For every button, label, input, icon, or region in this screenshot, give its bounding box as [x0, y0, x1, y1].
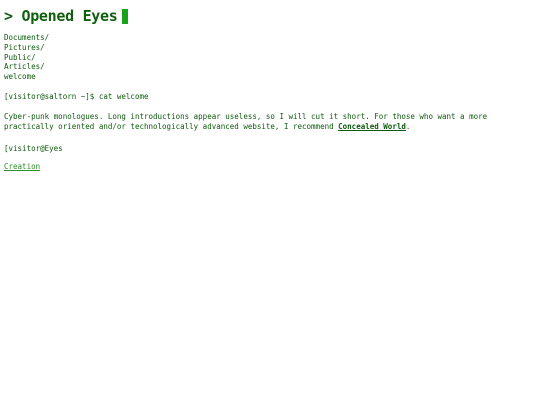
terminal-page: > Opened Eyes Documents/ Pictures/ Publi…: [4, 0, 534, 173]
site-title: > Opened Eyes: [4, 7, 118, 25]
creation-link[interactable]: Creation: [4, 162, 40, 171]
intro-end: .: [405, 121, 411, 131]
cursor-block-icon: [121, 8, 128, 24]
directory-entry[interactable]: Articles/: [4, 62, 534, 72]
command-prompt: [visitor@saltorn ~]$ cat welcome: [4, 91, 149, 101]
intro-paragraph: Cyber-punk monologues. Long introduction…: [4, 112, 529, 132]
intro-text: Cyber-punk monologues. Long introduction…: [4, 111, 488, 131]
directory-entry[interactable]: Documents/: [4, 33, 534, 43]
directory-entry[interactable]: welcome: [4, 72, 534, 82]
directory-entry[interactable]: Public/: [4, 53, 534, 63]
concealed-world-link[interactable]: Concealed World: [338, 122, 406, 131]
end-prompt: [visitor@Eyes: [4, 143, 63, 153]
directory-listing: Documents/ Pictures/ Public/ Articles/ w…: [4, 33, 534, 82]
directory-entry[interactable]: Pictures/: [4, 43, 534, 53]
header: > Opened Eyes: [4, 1, 534, 31]
